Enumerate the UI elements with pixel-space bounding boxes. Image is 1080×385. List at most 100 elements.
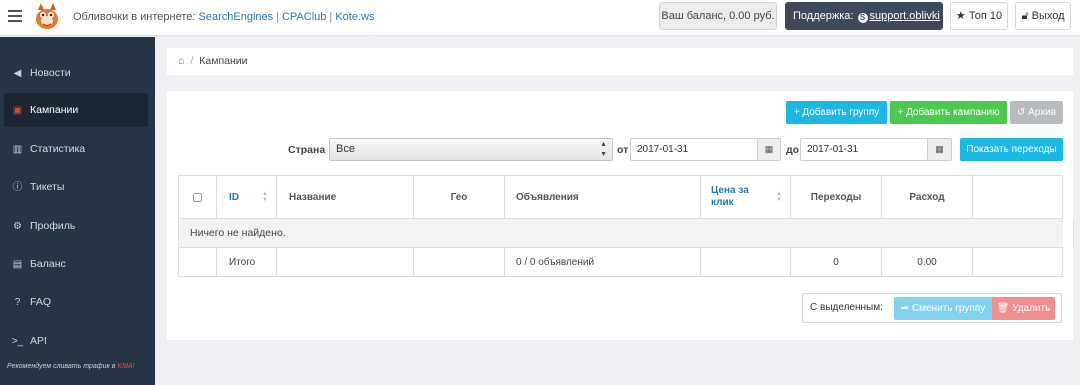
promo-brand-link[interactable]: KMA! — [117, 363, 134, 370]
total-cell-empty — [179, 248, 217, 276]
partners-label: Обливочки в интернете: — [73, 11, 196, 23]
col-id-header[interactable]: ID ▲ ▼ — [217, 176, 277, 218]
sidebar-item-label: Статистика — [30, 143, 86, 155]
partner-link-searchengines[interactable]: SearchEngines — [199, 11, 274, 23]
top10-button[interactable]: ★ Топ 10 — [950, 2, 1008, 30]
plus-icon: + — [897, 107, 904, 118]
hamburger-menu-icon[interactable] — [8, 10, 22, 22]
campaigns-table: ID ▲ ▼ Название Гео Объявления Цена за кли… — [178, 175, 1074, 277]
megaphone-icon: ◀ — [13, 68, 22, 79]
money-icon: ▤ — [12, 259, 23, 270]
sidebar-item-label: FAQ — [30, 296, 52, 308]
trash-icon: 🗑︎ — [996, 303, 1010, 314]
add-campaign-button[interactable]: + Добавить кампанию — [890, 101, 1007, 124]
home-icon[interactable]: ⌂ — [178, 55, 184, 67]
sidebar-item-statistics[interactable]: ▥ Статистика — [4, 132, 148, 166]
support-label: Поддержка: — [793, 10, 854, 22]
sidebar-item-label: API — [30, 335, 47, 347]
partner-link-kote[interactable]: Kote.ws — [335, 11, 374, 23]
country-label: Страна — [288, 144, 326, 156]
sort-icon: ▲ ▼ — [262, 191, 268, 203]
promo-text: Рекомендуем сливать трафик в KMA! — [7, 363, 135, 370]
date-to-label: до — [786, 144, 800, 156]
terminal-icon: >_ — [11, 336, 24, 347]
sidebar-item-news[interactable]: ◀ Новости — [4, 56, 148, 90]
campaigns-panel: + Добавить группу + Добавить кампанию ↺ … — [167, 91, 1074, 340]
country-select[interactable]: Все ▲ ▼ — [329, 138, 613, 161]
sidebar-item-label: Тикеты — [30, 181, 65, 193]
total-spend: 0.00 — [917, 256, 937, 268]
sidebar-item-label: Профиль — [30, 220, 76, 232]
total-cell-empty — [277, 248, 414, 276]
col-header-label: Переходы — [810, 191, 862, 203]
empty-row: Ничего не найдено. — [179, 219, 1074, 248]
skype-icon: S — [857, 13, 868, 23]
partners-links: Обливочки в интернете: SearchEngines | CPA… — [73, 11, 375, 23]
total-spend-cell: 0.00 — [882, 248, 973, 276]
logo[interactable] — [30, 0, 64, 34]
sidebar-item-balance[interactable]: ▤ Баланс — [4, 247, 148, 281]
support-skype-link[interactable]: support.oblivki — [870, 10, 940, 22]
calendar-icon[interactable]: ▦ — [757, 138, 781, 161]
sidebar-item-api[interactable]: >_ API — [4, 324, 148, 358]
info-icon: ⓘ — [12, 182, 23, 193]
calendar-icon[interactable]: ▦ — [927, 138, 952, 161]
sidebar-item-tickets[interactable]: ⓘ Тикеты — [4, 170, 148, 204]
total-cell-empty — [701, 248, 791, 276]
sidebar-item-profile[interactable]: ⚙ Профиль — [4, 209, 148, 243]
question-icon: ? — [14, 297, 21, 308]
sidebar-item-label: Новости — [30, 67, 71, 79]
archive-label: Архив — [1028, 107, 1057, 118]
col-header-label: Гео — [450, 191, 468, 203]
select-all-cell — [179, 176, 217, 218]
change-group-button[interactable]: ➦ Сменить группу — [894, 297, 992, 320]
sort-icon: ▲ ▼ — [776, 191, 782, 203]
total-label-cell: Итого — [217, 248, 277, 276]
col-cpc-header[interactable]: Цена за клик ▲ ▼ — [701, 176, 791, 218]
col-clicks-header: Переходы — [791, 176, 882, 218]
add-group-label: Добавить группу — [802, 107, 880, 118]
col-geo-header: Гео — [414, 176, 505, 218]
sidebar-item-label: Кампании — [30, 104, 79, 116]
breadcrumb-current: Кампании — [199, 55, 248, 67]
date-from-input[interactable]: 2017-01-31 — [630, 138, 758, 161]
logout-button[interactable]: 🔓︎ Выход — [1015, 2, 1071, 30]
empty-message: Ничего не найдено. — [190, 219, 1074, 248]
image-icon: ▣ — [12, 105, 23, 116]
sidebar-item-campaigns[interactable]: ▣ Кампании — [4, 93, 148, 127]
lock-icon: 🔓︎ — [1021, 10, 1029, 22]
add-group-button[interactable]: + Добавить группу — [786, 101, 887, 124]
date-from-label: от — [617, 144, 629, 156]
sidebar-item-faq[interactable]: ? FAQ — [4, 285, 148, 319]
show-clicks-button[interactable]: Показать переходы — [960, 138, 1063, 161]
total-ads: 0 / 0 объявлений — [516, 256, 595, 268]
support-button[interactable]: Поддержка: Ssupport.oblivki — [785, 2, 943, 30]
promo-prefix: Рекомендуем сливать трафик в — [7, 363, 118, 370]
select-all-checkbox[interactable] — [193, 192, 202, 202]
delete-button[interactable]: 🗑︎ Удалить — [992, 297, 1055, 320]
select-arrows-icon: ▲ ▼ — [600, 141, 607, 158]
share-icon: ➦ — [900, 303, 910, 314]
col-header-label: ID — [229, 191, 239, 203]
country-select-value: Все — [336, 143, 355, 155]
balance-display: Ваш баланс, 0.00 руб. — [659, 2, 777, 30]
archive-button[interactable]: ↺ Архив — [1010, 101, 1063, 124]
date-to-input[interactable]: 2017-01-31 — [800, 138, 928, 161]
total-row: Итого 0 / 0 объявлений 0 0.00 — [179, 248, 1063, 277]
col-name-header: Название — [277, 176, 414, 218]
sidebar-item-label: Баланс — [30, 258, 66, 270]
col-header-label: Объявления — [516, 191, 579, 203]
cogs-icon: ⚙ — [13, 221, 22, 232]
logout-label: Выход — [1031, 10, 1065, 22]
total-clicks-cell: 0 — [791, 248, 882, 276]
table-header-row: ID ▲ ▼ Название Гео Объявления Цена за кли… — [179, 176, 1063, 219]
top-bar: Обливочки в интернете: SearchEngines | CPA… — [0, 0, 1080, 36]
bar-chart-icon: ▥ — [12, 144, 23, 155]
plus-icon: + — [793, 107, 800, 118]
col-header-label: Цена за клик — [711, 185, 749, 208]
col-ads-header: Объявления — [505, 176, 701, 218]
col-spend-header: Расход — [882, 176, 973, 218]
partner-link-cpaclub[interactable]: CPAClub — [282, 11, 326, 23]
col-header-label: Расход — [909, 191, 945, 203]
col-actions-header — [973, 176, 1063, 218]
